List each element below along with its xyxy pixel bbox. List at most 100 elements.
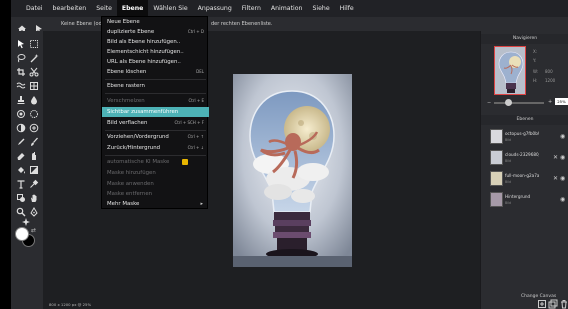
magic-wand-icon[interactable] — [29, 53, 39, 63]
layer-type: Bild — [505, 201, 511, 205]
move-arrow-icon[interactable] — [16, 39, 26, 49]
menu-item-label: Maske hinzufügen — [107, 170, 156, 176]
menu-item-neue-ebene[interactable]: Neue Ebene — [102, 17, 209, 27]
menu-item-maske-hinzufuegen[interactable]: Maske hinzufügen — [102, 168, 209, 178]
move-tool-icon[interactable] — [34, 19, 44, 34]
scissors-icon[interactable] — [29, 67, 39, 77]
layer-row[interactable]: Hintergrund Bild ◉ — [481, 190, 568, 210]
visibility-eye-icon[interactable]: ◉ — [560, 133, 565, 140]
layer-type: Bild — [505, 180, 511, 184]
menu-anpassung[interactable]: Anpassung — [193, 0, 237, 17]
brush-icon[interactable] — [29, 137, 39, 147]
layer-thumbnail — [490, 192, 503, 207]
menu-item-url-als-ebene[interactable]: URL als Ebene hinzufügen.. — [102, 57, 209, 67]
menu-item-label: Maske entfernen — [107, 191, 153, 197]
menu-item-maske-anwenden[interactable]: Maske anwenden — [102, 179, 209, 189]
pencil-icon[interactable] — [16, 137, 26, 147]
liquify-icon[interactable] — [16, 81, 26, 91]
zoom-value-input[interactable]: 25% — [555, 98, 568, 105]
delete-layer-icon[interactable]: ✕ — [553, 154, 558, 161]
right-panel: Navigieren X: Y: W: 800 H: 1200 − + 25% … — [480, 31, 568, 309]
zoom-slider-handle[interactable] — [505, 99, 512, 106]
contrast-icon[interactable] — [16, 123, 26, 133]
menu-item-elementschicht[interactable]: Elementschicht hinzufügen.. — [102, 47, 209, 57]
layers-title: Ebenen — [481, 115, 568, 125]
shortcut-text: Ctrl + ↑ — [187, 134, 204, 139]
home-icon[interactable] — [17, 19, 27, 33]
zoom-slider[interactable] — [494, 102, 544, 104]
menu-item-vorziehen[interactable]: Vorziehen/Vordergrund Ctrl + ↑ — [102, 132, 209, 142]
layer-row[interactable]: clouds-2329680_12... Bild ✕ ◉ — [481, 148, 568, 168]
ebene-dropdown-menu: Neue Ebene duplizierte Ebene Ctrl + D Bil… — [101, 16, 209, 209]
marquee-select-icon[interactable] — [29, 39, 39, 49]
spot-heal-icon[interactable] — [29, 123, 39, 133]
menu-item-ki-maske[interactable]: automatische KI Maske — [102, 157, 209, 167]
menu-datei[interactable]: Datei — [21, 0, 48, 17]
nav-w-label: W: — [533, 69, 539, 74]
dodge-icon[interactable] — [16, 109, 26, 119]
sparkle-icon[interactable] — [21, 217, 31, 227]
layer-row[interactable]: full-moon-g2a7a49... Bild ✕ ◉ — [481, 169, 568, 189]
drop-icon[interactable] — [29, 95, 39, 105]
duplicate-layer-icon[interactable] — [548, 299, 558, 309]
menu-siehe[interactable]: Siehe — [307, 0, 334, 17]
pen-path-icon[interactable] — [29, 207, 39, 217]
navigator-preview-illustration — [495, 47, 525, 94]
zoom-in-icon[interactable]: + — [548, 99, 552, 105]
grid-transform-icon[interactable] — [29, 81, 39, 91]
shortcut-text: Ctrl + D — [187, 29, 204, 34]
new-layer-icon[interactable] — [537, 299, 547, 309]
stamp-icon[interactable] — [16, 95, 26, 105]
navigator-title: Navigieren — [481, 34, 568, 44]
text-tool-icon[interactable] — [16, 179, 26, 189]
shortcut-text: DEL — [196, 69, 204, 74]
menu-item-bild-als-ebene[interactable]: Bild als Ebene hinzufügen.. — [102, 37, 209, 47]
menu-item-label: Verschmelzen — [107, 98, 145, 104]
swap-colors-icon[interactable]: ⇄ — [31, 227, 36, 234]
trash-icon[interactable] — [559, 299, 568, 309]
shape-icon[interactable] — [16, 193, 26, 203]
crop-icon[interactable] — [16, 67, 26, 77]
visibility-eye-icon[interactable]: ◉ — [560, 175, 565, 182]
sponge-icon[interactable] — [29, 109, 39, 119]
hand-icon[interactable] — [29, 193, 39, 203]
menu-item-mehr-maske[interactable]: Mehr Maske ▸ — [102, 199, 209, 209]
menu-filtern[interactable]: Filtern — [237, 0, 266, 17]
menu-seite[interactable]: Seite — [91, 0, 117, 17]
paint-bucket-icon[interactable] — [16, 165, 26, 175]
canvas-image[interactable] — [233, 74, 352, 267]
menu-item-zurueck[interactable]: Zurück/Hintergrund Ctrl + ↓ — [102, 143, 209, 153]
menu-hilfe[interactable]: Hilfe — [335, 0, 359, 17]
shortcut-text: Ctrl + ↓ — [187, 145, 204, 150]
menu-item-verschmelzen[interactable]: Verschmelzen Ctrl + E — [102, 96, 209, 106]
menu-item-ebene-loeschen[interactable]: Ebene löschen DEL — [102, 67, 209, 77]
menu-item-label: Sichtbar zusammenführen — [107, 109, 179, 115]
zoom-out-icon[interactable]: − — [487, 100, 491, 106]
layer-row[interactable]: octopus-g7fb0b98... Bild ◉ — [481, 127, 568, 147]
menu-animation[interactable]: Animation — [266, 0, 308, 17]
menu-item-maske-entfernen[interactable]: Maske entfernen — [102, 189, 209, 199]
visibility-eye-icon[interactable]: ◉ — [560, 154, 565, 161]
smudge-icon[interactable] — [29, 151, 39, 161]
menu-item-bild-verflachen[interactable]: Bild verflachen Ctrl + SCH + F — [102, 118, 209, 128]
menu-item-label: duplizierte Ebene — [107, 29, 155, 35]
eyedropper-icon[interactable] — [29, 179, 39, 189]
visibility-eye-icon[interactable]: ◉ — [560, 196, 565, 203]
menu-item-duplizierte-ebene[interactable]: duplizierte Ebene Ctrl + D — [102, 27, 209, 37]
menu-ebene[interactable]: Ebene — [116, 0, 149, 17]
delete-layer-icon[interactable]: ✕ — [553, 175, 558, 182]
menu-bearbeiten[interactable]: bearbeiten — [48, 0, 92, 17]
navigator-thumbnail[interactable] — [494, 46, 526, 95]
menu-item-label: Elementschicht hinzufügen.. — [107, 49, 184, 55]
eraser-icon[interactable] — [16, 151, 26, 161]
menu-item-label: Bild als Ebene hinzufügen.. — [107, 39, 181, 45]
menu-item-sichtbar-zusammenfuehren[interactable]: Sichtbar zusammenführen — [102, 107, 209, 117]
menu-waehlen-sie[interactable]: Wählen Sie — [148, 0, 192, 17]
lasso-icon[interactable] — [16, 53, 26, 63]
zoom-tool-icon[interactable] — [16, 207, 26, 217]
gradient-icon[interactable] — [29, 165, 39, 175]
layer-thumbnail — [490, 129, 503, 144]
foreground-color-swatch[interactable] — [15, 227, 29, 241]
options-bar: Keine Ebene (oder le der rechten Ebenenl… — [11, 17, 568, 34]
menu-item-ebene-rastern[interactable]: Ebene rastern — [102, 81, 209, 91]
